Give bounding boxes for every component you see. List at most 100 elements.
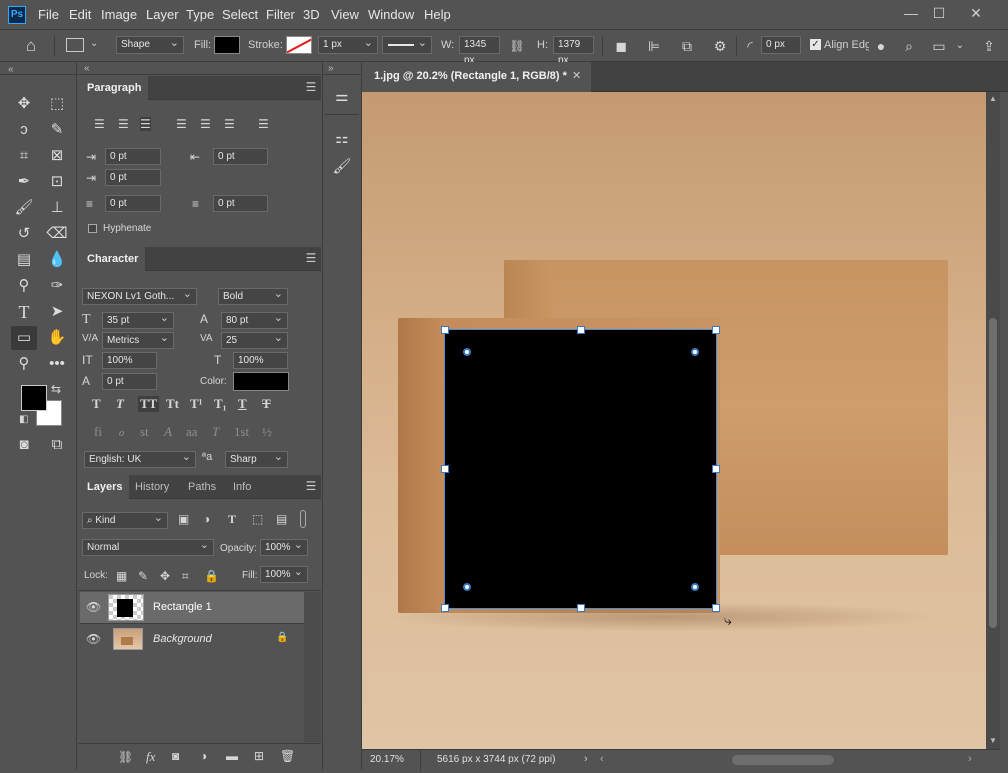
link-icon[interactable]: ⛓ [508, 37, 526, 55]
chevron-down-icon[interactable]: ⌄ [951, 37, 969, 55]
gradient-tool-icon[interactable]: ▤ [11, 248, 37, 272]
align-right-icon[interactable]: ☰ [140, 117, 151, 131]
language-select[interactable]: English: UK [84, 450, 196, 468]
foreground-color-swatch[interactable] [21, 385, 47, 411]
tab-paragraph[interactable]: Paragraph [80, 76, 149, 100]
panel-menu-icon[interactable]: ☰ [304, 81, 318, 93]
layer-name[interactable]: Background [153, 633, 212, 645]
home-icon[interactable]: ⌂ [22, 37, 40, 55]
lock-artboard-icon[interactable]: ⌗ [182, 569, 189, 584]
indent-left-field[interactable]: 0 pt [105, 148, 161, 165]
share-icon[interactable]: ⇪ [980, 37, 998, 55]
scroll-up-icon[interactable]: ▲ [989, 94, 997, 103]
transform-handle[interactable] [441, 604, 449, 612]
antialias-select[interactable]: Sharp [225, 450, 288, 468]
menu-file[interactable]: File [38, 7, 59, 22]
menu-type[interactable]: Type [186, 7, 214, 22]
stroke-type-select[interactable] [382, 35, 432, 54]
chevron-right-icon[interactable]: › [584, 753, 588, 765]
spot-healing-tool-icon[interactable]: ⊡ [44, 170, 70, 194]
filter-adjustment-icon[interactable]: ◑ [203, 512, 210, 526]
scrollbar-thumb[interactable] [989, 318, 997, 628]
transform-handle[interactable] [712, 604, 720, 612]
layer-row[interactable]: 👁 Rectangle 1 [80, 592, 304, 623]
faux-bold-icon[interactable]: T [92, 396, 101, 412]
ligatures-icon[interactable]: fi [94, 424, 102, 440]
menu-layer[interactable]: Layer [146, 7, 179, 22]
layer-filter-select[interactable]: ⌕ Kind [82, 511, 168, 529]
font-size-field[interactable]: 35 pt [102, 311, 174, 329]
width-field[interactable]: 1345 px [459, 36, 500, 66]
fractions-icon[interactable]: ½ [262, 424, 272, 440]
corner-radius-widget[interactable] [463, 583, 471, 591]
history-brush-tool-icon[interactable]: ↺ [11, 222, 37, 246]
collapse-arrows-icon[interactable]: » [328, 63, 334, 74]
maximize-button[interactable]: ☐ [927, 4, 951, 22]
screen-mode-icon[interactable]: ⧉ [44, 433, 70, 457]
transform-handle[interactable] [441, 326, 449, 334]
justify-all-icon[interactable]: ☰ [258, 117, 269, 131]
align-edges-checkbox[interactable]: ✓ [810, 39, 821, 50]
indent-right-field[interactable]: 0 pt [213, 148, 268, 165]
baseline-shift-field[interactable]: 0 pt [102, 373, 157, 390]
strikethrough-icon[interactable]: T [262, 396, 271, 412]
leading-field[interactable]: 80 pt [221, 311, 288, 329]
hyphenate-checkbox[interactable] [88, 224, 97, 233]
scroll-left-icon[interactable]: ‹ [600, 753, 604, 765]
filter-type-icon[interactable]: T [228, 512, 236, 527]
document-tab[interactable]: 1.jpg @ 20.2% (Rectangle 1, RGB/8) * ✕ [362, 62, 591, 92]
frame-tool-icon[interactable]: ⊠ [44, 144, 70, 168]
space-after-field[interactable]: 0 pt [213, 195, 268, 212]
fill-field[interactable]: 100% [260, 565, 308, 583]
type-tool-icon[interactable]: T [11, 300, 37, 324]
tab-paths[interactable]: Paths [181, 475, 223, 499]
path-selection-tool-icon[interactable]: ➤ [44, 300, 70, 324]
path-alignment-icon[interactable]: ⊫ [645, 37, 663, 55]
clone-stamp-tool-icon[interactable]: ⊥ [44, 196, 70, 220]
align-center-icon[interactable]: ☰ [118, 117, 129, 131]
stylistic-alternates-icon[interactable]: aa [186, 424, 198, 440]
old-style-icon[interactable]: ℴ [118, 424, 124, 440]
corner-radius-widget[interactable] [463, 348, 471, 356]
font-style-select[interactable]: Bold [218, 287, 288, 305]
panel-menu-icon[interactable]: ☰ [304, 252, 318, 264]
menu-view[interactable]: View [331, 7, 359, 22]
subscript-icon[interactable]: T₁ [214, 396, 227, 412]
justify-left-icon[interactable]: ☰ [176, 117, 187, 131]
vertical-scrollbar[interactable]: ▲ ▼ [986, 92, 1000, 749]
scroll-right-icon[interactable]: › [968, 753, 972, 765]
filter-shape-icon[interactable]: ⬚ [252, 512, 263, 526]
layer-name[interactable]: Rectangle 1 [153, 601, 212, 613]
kerning-field[interactable]: Metrics [102, 331, 174, 349]
close-button[interactable]: ✕ [964, 4, 988, 22]
tab-layers[interactable]: Layers [80, 475, 130, 499]
titling-alternates-icon[interactable]: T [212, 424, 219, 440]
quick-mask-icon[interactable]: ◙ [11, 433, 37, 457]
scroll-down-icon[interactable]: ▼ [989, 736, 997, 745]
fill-swatch[interactable] [214, 36, 240, 54]
rectangle-tool-preset-icon[interactable] [66, 38, 84, 52]
fx-icon[interactable]: fx [146, 749, 155, 765]
close-tab-icon[interactable]: ✕ [572, 69, 581, 82]
eraser-tool-icon[interactable]: ⌫ [44, 222, 70, 246]
move-tool-icon[interactable]: ✥ [11, 92, 37, 116]
horizontal-scale-field[interactable]: 100% [233, 352, 288, 369]
crop-tool-icon[interactable]: ⌗ [11, 144, 37, 168]
user-icon[interactable]: ● [872, 37, 890, 55]
tool-mode-select[interactable]: Shape [116, 35, 184, 54]
menu-help[interactable]: Help [424, 7, 451, 22]
menu-select[interactable]: Select [222, 7, 258, 22]
lock-transparent-icon[interactable]: ▦ [116, 569, 127, 583]
new-layer-icon[interactable]: ⊞ [254, 749, 264, 763]
menu-filter[interactable]: Filter [266, 7, 295, 22]
horizontal-scrollbar-thumb[interactable] [732, 755, 834, 765]
all-caps-icon[interactable]: TT [138, 396, 160, 412]
adjustment-layer-icon[interactable]: ◑ [200, 749, 207, 763]
more-tools-icon[interactable]: ••• [44, 352, 70, 376]
tracking-field[interactable]: 25 [221, 331, 288, 349]
small-caps-icon[interactable]: Tt [166, 396, 179, 412]
lasso-tool-icon[interactable]: ↄ [11, 118, 37, 142]
font-family-select[interactable]: NEXON Lv1 Goth... [82, 287, 197, 305]
ordinals-icon[interactable]: 1st [234, 424, 249, 440]
workspace-icon[interactable]: ▭ [930, 37, 948, 55]
